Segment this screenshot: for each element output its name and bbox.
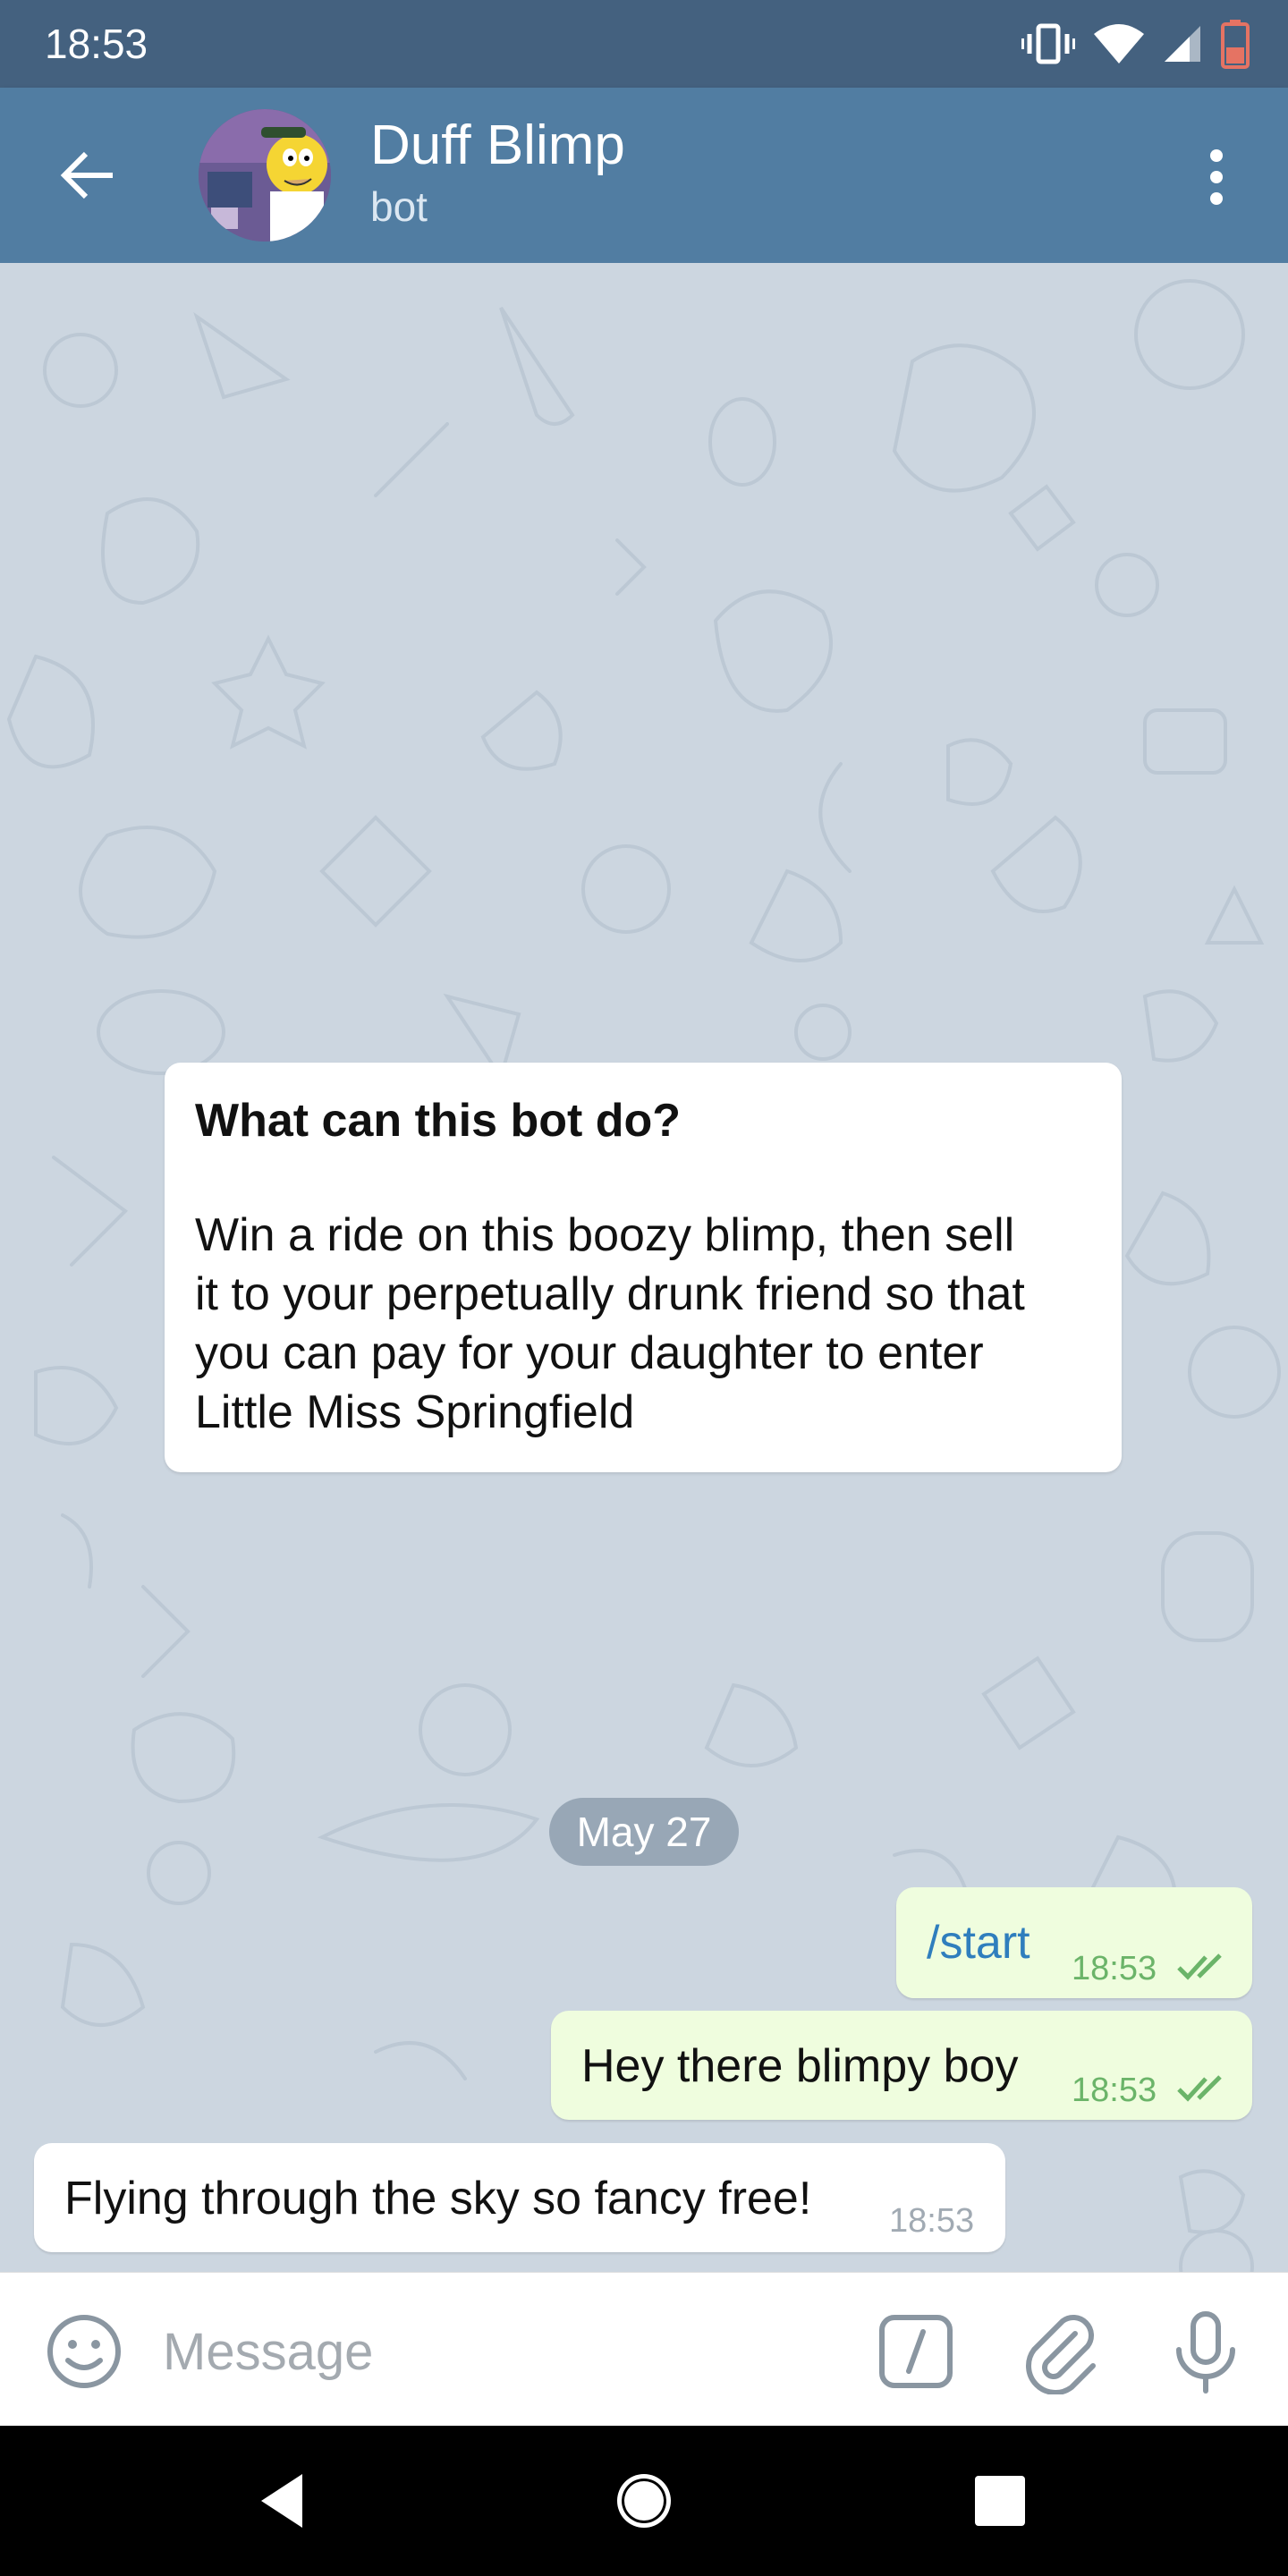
more-vert-icon	[1210, 149, 1223, 205]
message-bubble-outgoing[interactable]: /start 18:53	[896, 1887, 1252, 1998]
bot-info-line: it to your perpetually drunk friend so t…	[195, 1268, 1025, 1320]
date-separator: May 27	[549, 1798, 739, 1866]
back-button[interactable]	[45, 140, 131, 211]
android-nav-bar	[0, 2426, 1288, 2576]
bot-info-description: Win a ride on this boozy blimp, then sel…	[195, 1206, 1091, 1442]
read-ticks-icon	[1177, 1953, 1222, 1980]
avatar[interactable]	[199, 109, 331, 242]
bot-info-line: you can pay for your daughter to enter	[195, 1327, 984, 1379]
back-arrow-icon	[60, 151, 113, 199]
message-text: Flying through the sky so fancy free!	[64, 2173, 812, 2224]
message-bubble-outgoing[interactable]: Hey there blimpy boy 18:53	[551, 2011, 1252, 2120]
emoji-icon[interactable]	[45, 2312, 123, 2391]
wifi-icon	[1094, 24, 1144, 64]
bot-info-title: What can this bot do?	[195, 1095, 682, 1147]
nav-recents-icon[interactable]	[964, 2465, 1036, 2537]
chat-header: Duff Blimp bot	[0, 88, 1288, 263]
bot-info-line: Win a ride on this boozy blimp, then sel…	[195, 1209, 1015, 1261]
message-input[interactable]	[163, 2312, 825, 2391]
nav-back-icon[interactable]	[249, 2465, 320, 2537]
attach-icon[interactable]	[1020, 2309, 1106, 2394]
message-time: 18:53	[1072, 1950, 1157, 1987]
bot-command-link[interactable]: /start	[927, 1916, 1030, 1970]
mic-icon[interactable]	[1166, 2309, 1245, 2394]
chat-title[interactable]: Duff Blimp	[370, 114, 625, 177]
message-text: Hey there blimpy boy	[581, 2040, 1019, 2092]
signal-icon	[1165, 26, 1200, 62]
battery-icon	[1221, 20, 1250, 69]
vibrate-icon	[1021, 23, 1075, 64]
nav-home-icon[interactable]	[608, 2465, 680, 2537]
more-menu-button[interactable]	[1181, 141, 1252, 213]
bot-info-card: What can this bot do? Win a ride on this…	[165, 1063, 1122, 1472]
bot-info-line: Little Miss Springfield	[195, 1386, 635, 1438]
bot-command-icon[interactable]	[877, 2312, 955, 2391]
chat-area[interactable]: What can this bot do? Win a ride on this…	[0, 263, 1288, 2272]
message-bubble-incoming[interactable]: Flying through the sky so fancy free! 18…	[34, 2143, 1005, 2252]
status-icons	[1021, 18, 1250, 70]
read-ticks-icon	[1177, 2075, 1222, 2102]
status-time: 18:53	[45, 21, 148, 67]
message-time: 18:53	[1072, 2072, 1157, 2109]
message-input-bar	[0, 2272, 1288, 2426]
chat-subtitle: bot	[370, 183, 428, 230]
status-bar: 18:53	[0, 0, 1288, 88]
message-time: 18:53	[889, 2202, 975, 2240]
